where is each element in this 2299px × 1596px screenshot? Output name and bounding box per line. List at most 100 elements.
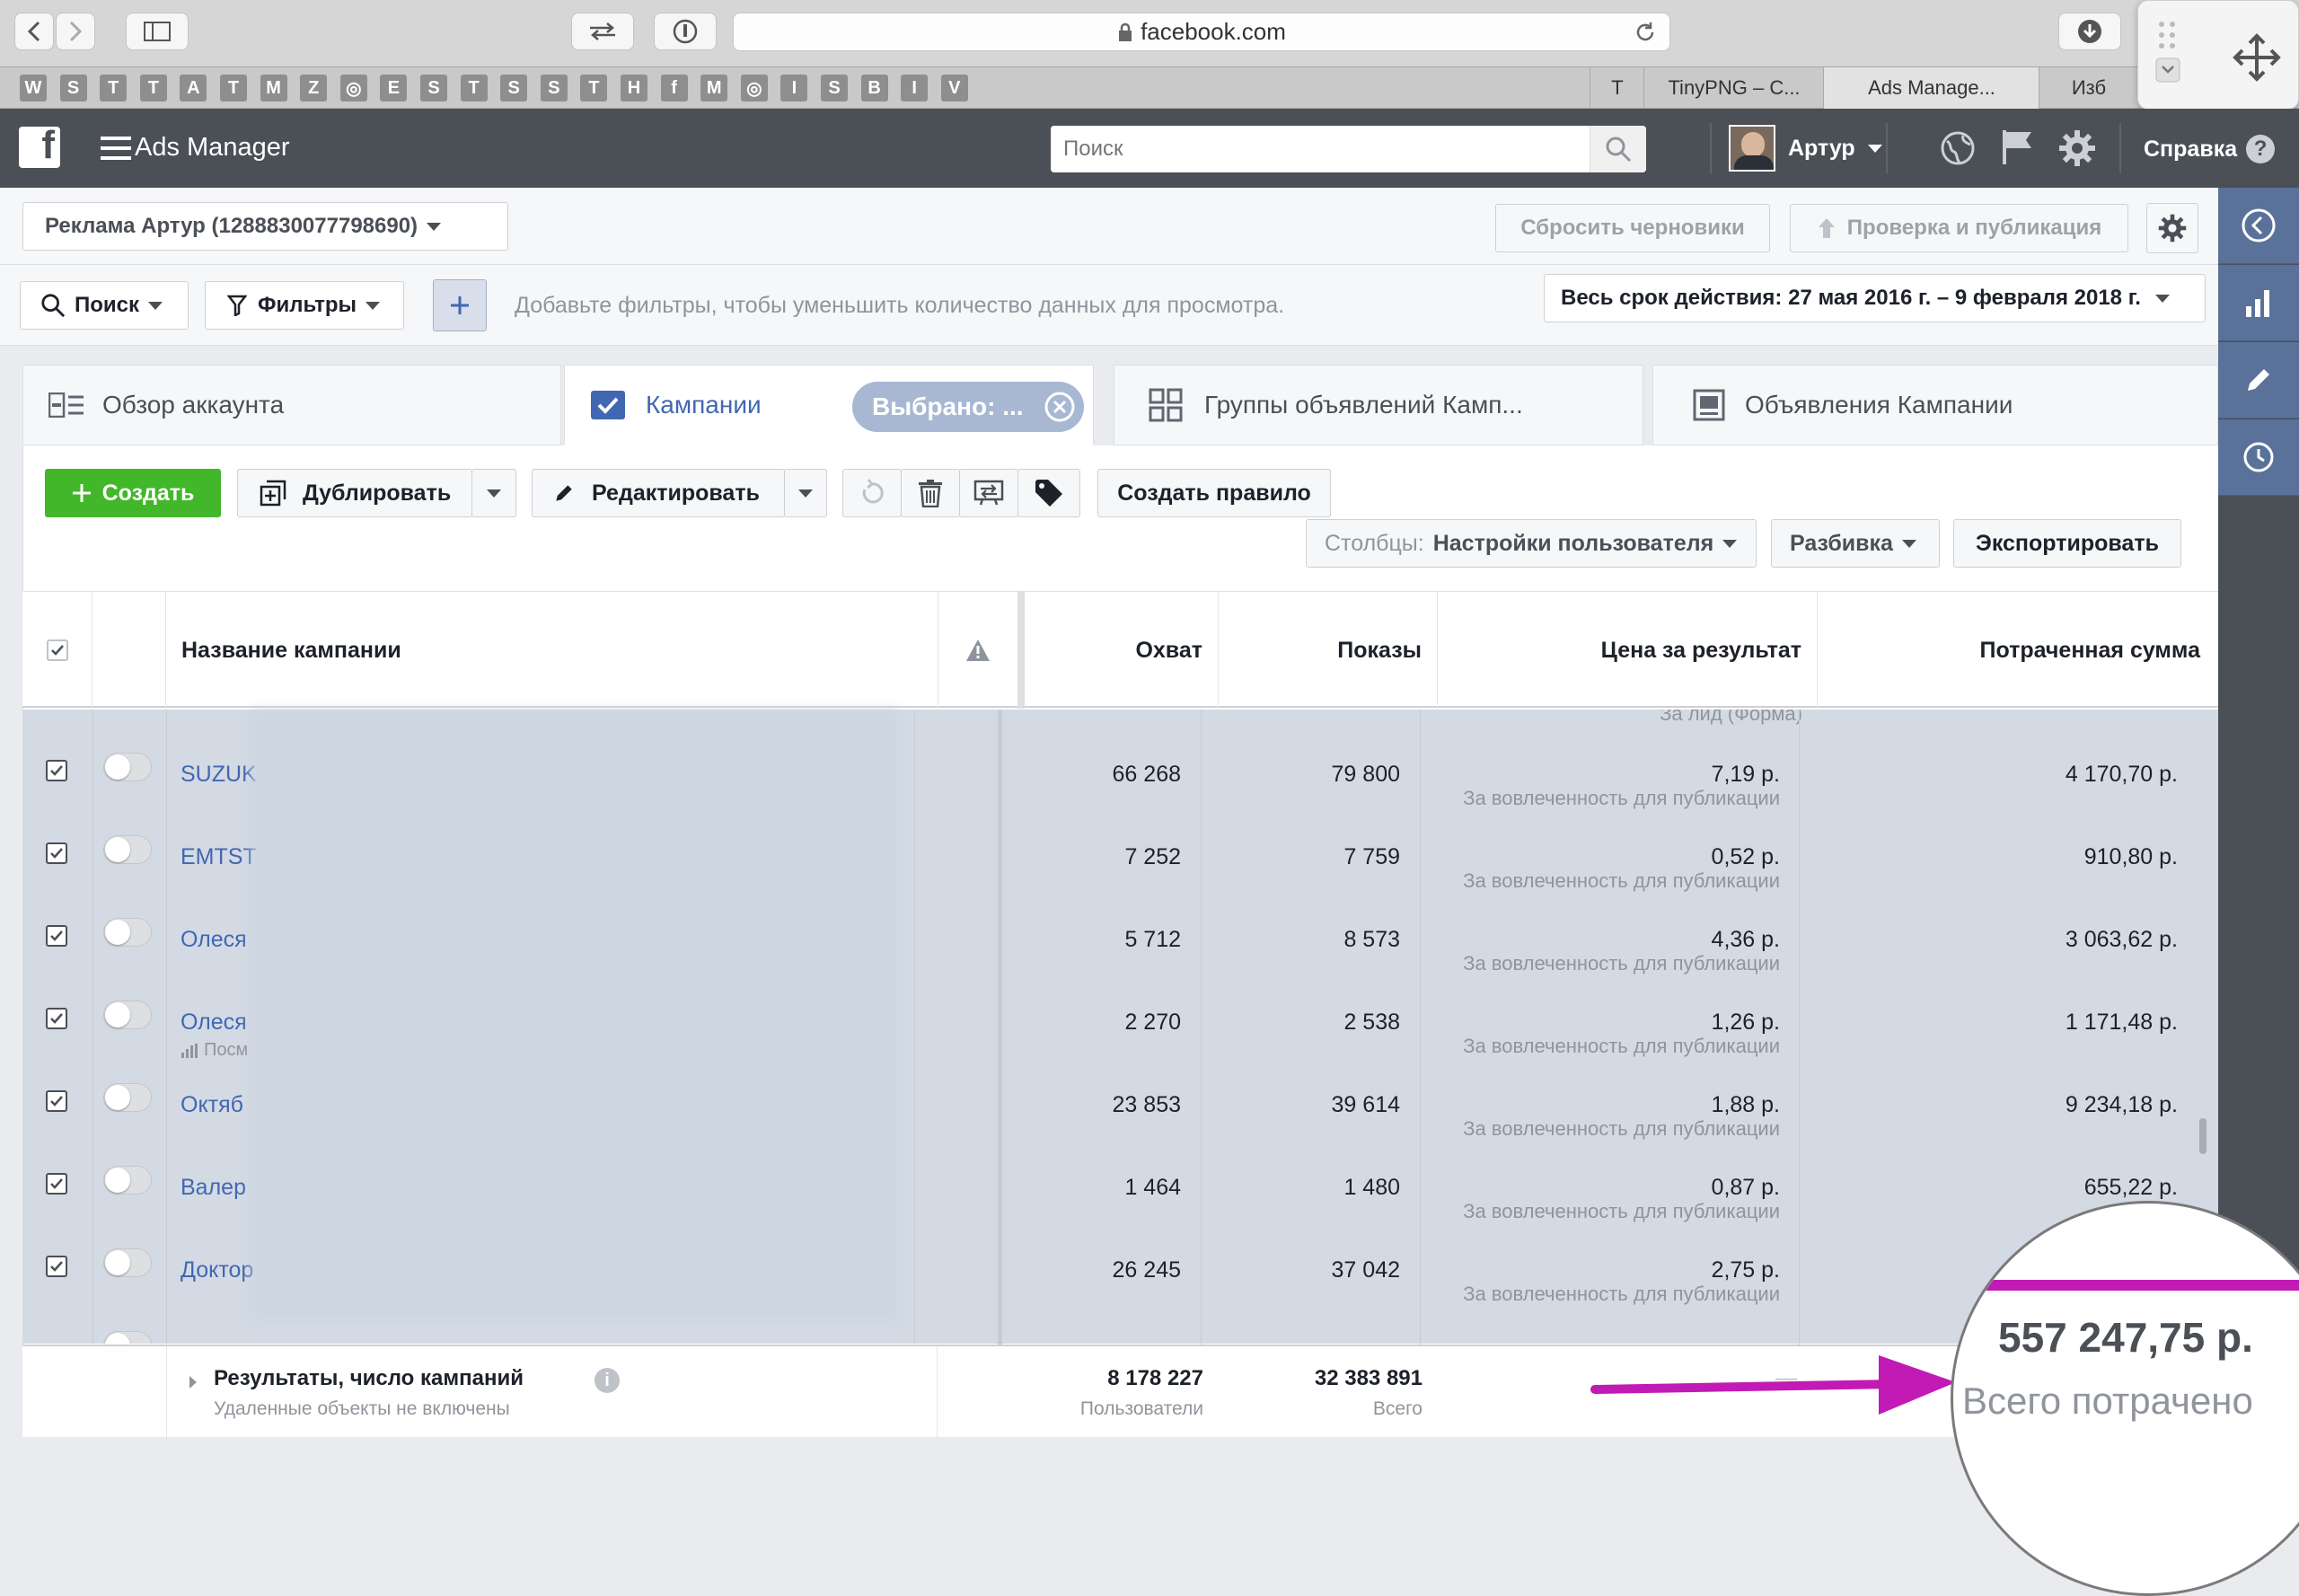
campaign-toggle[interactable] [103, 835, 152, 864]
tab-ad-sets[interactable]: Группы объявлений Камп... [1114, 365, 1643, 445]
history-button[interactable] [2218, 419, 2299, 496]
password-button[interactable] [654, 13, 717, 50]
sidebar-toggle-button[interactable] [126, 13, 189, 50]
campaign-toggle[interactable] [103, 1001, 152, 1029]
bookmark-favicon[interactable]: S [59, 75, 87, 101]
column-header-amount-spent[interactable]: Потраченная сумма [1818, 592, 2218, 709]
tab-ads[interactable]: Объявления Кампании [1652, 365, 2218, 445]
row-checkbox[interactable] [46, 1090, 67, 1112]
bookmark-favicon[interactable]: A [180, 75, 207, 101]
globe-icon[interactable] [1940, 130, 1976, 166]
browser-tab[interactable]: Изб [2039, 67, 2138, 109]
campaign-toggle[interactable] [103, 918, 152, 947]
bookmark-favicon[interactable]: S [420, 75, 447, 101]
header-search[interactable] [1051, 126, 1646, 172]
bookmark-favicon[interactable]: T [220, 75, 247, 101]
collapse-sidebar-button[interactable] [2218, 188, 2299, 264]
forward-button[interactable] [56, 13, 95, 50]
bookmark-favicon[interactable]: V [940, 75, 968, 101]
bookmark-favicon[interactable]: S [500, 75, 528, 101]
bookmark-favicon[interactable]: S [540, 75, 568, 101]
help-link[interactable]: Справка ? [2144, 135, 2276, 163]
browser-tab-active[interactable]: Ads Manage... [1823, 67, 2039, 109]
row-checkbox[interactable] [46, 760, 67, 781]
account-selector[interactable]: Реклама Артур (1288830077798690) [22, 202, 508, 251]
share-button[interactable] [571, 13, 634, 50]
flag-icon[interactable] [1999, 128, 2035, 166]
tag-button[interactable] [1017, 469, 1080, 517]
duplicate-button[interactable]: Дублировать [237, 469, 472, 517]
bookmark-favicon[interactable]: ◎ [740, 75, 768, 101]
bookmark-favicon[interactable]: Z [300, 75, 328, 101]
warnings-column[interactable] [938, 592, 1021, 709]
edit-button[interactable] [2218, 342, 2299, 419]
bookmark-favicon[interactable]: W [20, 75, 47, 101]
bookmark-favicon[interactable]: H [621, 75, 647, 101]
settings-button[interactable] [2146, 203, 2198, 253]
campaign-toggle[interactable] [103, 1248, 152, 1277]
browser-tab[interactable]: TinyPNG – C... [1643, 67, 1824, 109]
browser-tab[interactable]: T [1590, 67, 1644, 109]
bookmark-favicon[interactable]: B [860, 75, 888, 101]
expand-icon[interactable] [187, 1373, 199, 1391]
date-range-picker[interactable]: Весь срок действия: 27 мая 2016 г. – 9 ф… [1544, 274, 2206, 322]
add-filter-button[interactable] [433, 279, 487, 331]
row-checkbox[interactable] [46, 925, 67, 947]
move-panel[interactable] [2137, 0, 2299, 110]
duplicate-menu-button[interactable] [471, 469, 516, 517]
columns-dropdown[interactable]: Столбцы: Настройки пользователя [1306, 519, 1757, 568]
bookmark-favicon[interactable]: M [260, 75, 287, 101]
campaign-toggle[interactable] [103, 1166, 152, 1195]
row-checkbox[interactable] [46, 1256, 67, 1277]
back-button[interactable] [14, 13, 54, 50]
edit-button[interactable]: Редактировать [532, 469, 785, 517]
menu-icon[interactable] [101, 136, 131, 161]
row-checkbox[interactable] [46, 1173, 67, 1195]
close-icon[interactable] [1044, 392, 1075, 422]
breakdown-dropdown[interactable]: Разбивка [1771, 519, 1940, 568]
bookmark-favicon[interactable]: E [380, 75, 408, 101]
downloads-button[interactable] [2058, 13, 2121, 50]
bookmark-favicon[interactable]: T [580, 75, 608, 101]
tab-account-overview[interactable]: Обзор аккаунта [22, 365, 561, 445]
column-header-reach[interactable]: Охват [1028, 592, 1219, 709]
bookmark-favicon[interactable]: f [660, 75, 688, 101]
campaign-toggle[interactable] [103, 753, 152, 781]
bookmark-favicon[interactable]: I [780, 75, 808, 101]
row-checkbox[interactable] [46, 842, 67, 864]
campaign-toggle[interactable] [103, 1331, 152, 1344]
charts-button[interactable] [2218, 265, 2299, 341]
create-rule-button[interactable]: Создать правило [1097, 469, 1331, 517]
export-button[interactable]: Экспортировать [1953, 519, 2181, 568]
bookmark-favicon[interactable]: S [821, 75, 848, 101]
reset-drafts-button[interactable]: Сбросить черновики [1495, 204, 1770, 252]
discard-button[interactable] [842, 469, 902, 517]
info-icon[interactable]: i [595, 1368, 620, 1393]
profile-menu[interactable]: Артур [1729, 123, 1882, 173]
search-dropdown[interactable]: Поиск [20, 281, 189, 330]
search-button[interactable] [1590, 126, 1646, 172]
scrollbar-thumb[interactable] [2199, 1118, 2207, 1154]
bookmark-favicon[interactable]: T [139, 75, 167, 101]
reload-icon[interactable] [1634, 21, 1657, 44]
filters-dropdown[interactable]: Фильтры [205, 281, 404, 330]
selection-pill[interactable]: Выбрано: ... [852, 382, 1084, 432]
review-publish-button[interactable]: Проверка и публикация [1790, 204, 2128, 252]
delete-button[interactable] [901, 469, 960, 517]
row-checkbox[interactable] [46, 1008, 67, 1029]
campaign-toggle[interactable] [103, 1083, 152, 1112]
edit-menu-button[interactable] [784, 469, 827, 517]
gear-icon[interactable] [2058, 129, 2096, 167]
select-all-checkbox[interactable] [46, 639, 68, 661]
facebook-logo[interactable]: f [19, 127, 60, 168]
bookmark-favicon[interactable]: I [901, 75, 929, 101]
address-bar[interactable]: facebook.com [733, 13, 1670, 51]
column-header-impressions[interactable]: Показы [1219, 592, 1438, 709]
search-input[interactable] [1051, 126, 1590, 172]
column-header-name[interactable]: Название кампании [166, 592, 938, 709]
bookmark-favicon[interactable]: M [700, 75, 728, 101]
bookmark-favicon[interactable]: ◎ [339, 75, 367, 101]
bookmark-favicon[interactable]: T [460, 75, 488, 101]
bookmark-favicon[interactable]: T [100, 75, 128, 101]
ab-test-button[interactable] [959, 469, 1018, 517]
